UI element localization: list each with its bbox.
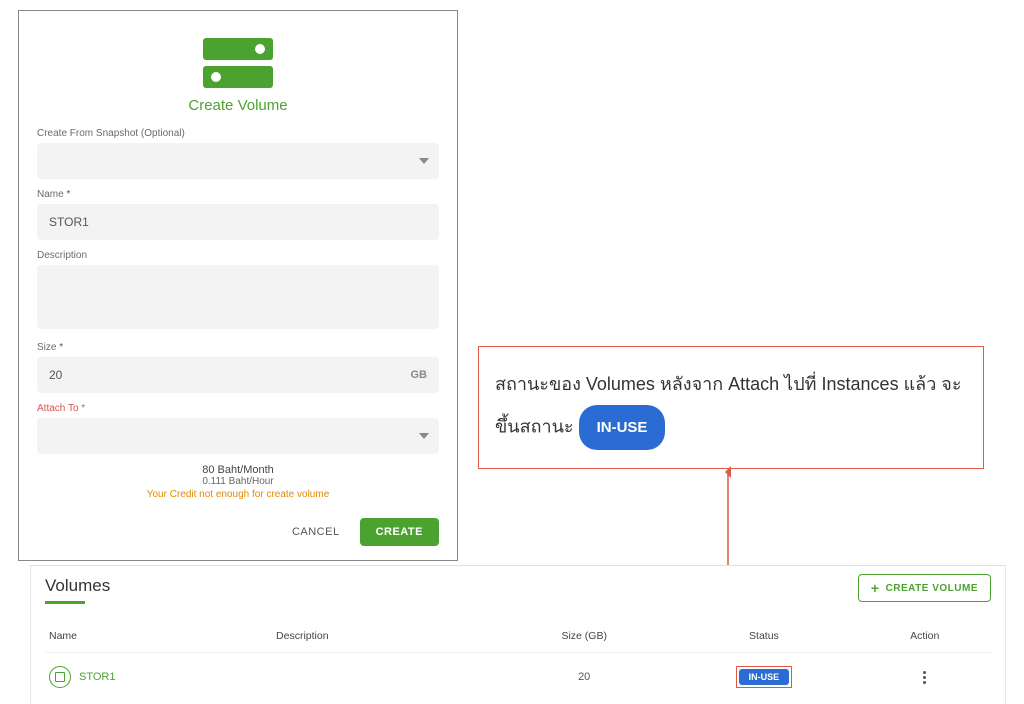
size-label: Size: [37, 342, 439, 353]
pricing-block: 80 Baht/Month 0.111 Baht/Hour Your Credi…: [37, 464, 439, 500]
size-input[interactable]: [37, 357, 439, 393]
description-textarea[interactable]: [37, 265, 439, 329]
volume-row-icon: [49, 666, 71, 688]
table-row: STOR1 20 IN-USE: [45, 653, 991, 701]
volume-icon: [37, 35, 439, 91]
volumes-header: Volumes + CREATE VOLUME: [45, 574, 991, 602]
name-input[interactable]: [37, 204, 439, 240]
create-button[interactable]: CREATE: [360, 518, 439, 546]
row-action-menu[interactable]: [919, 667, 930, 688]
attach-select[interactable]: [37, 418, 439, 454]
chevron-down-icon: [419, 158, 429, 164]
snapshot-select[interactable]: [37, 143, 439, 179]
description-label: Description: [37, 250, 439, 261]
col-description: Description: [272, 624, 499, 653]
col-action: Action: [859, 624, 991, 653]
create-volume-modal: Create Volume Create From Snapshot (Opti…: [18, 10, 458, 561]
status-highlight-box: IN-USE: [736, 666, 793, 688]
volume-name-text: STOR1: [79, 671, 115, 683]
create-volume-button[interactable]: + CREATE VOLUME: [858, 574, 991, 602]
chevron-down-icon: [419, 433, 429, 439]
price-per-month: 80 Baht/Month: [37, 464, 439, 476]
modal-title: Create Volume: [37, 97, 439, 114]
name-label: Name: [37, 189, 439, 200]
volumes-title: Volumes: [45, 576, 110, 600]
table-header-row: Name Description Size (GB) Status Action: [45, 624, 991, 653]
create-volume-button-label: CREATE VOLUME: [886, 583, 978, 594]
plus-icon: +: [871, 581, 880, 595]
volume-size-cell: 20: [499, 653, 669, 701]
volumes-panel: Volumes + CREATE VOLUME Name Description…: [30, 565, 1006, 704]
size-unit: GB: [411, 369, 428, 381]
attach-label: Attach To: [37, 403, 439, 414]
cancel-button[interactable]: CANCEL: [286, 525, 346, 539]
snapshot-label: Create From Snapshot (Optional): [37, 128, 439, 139]
col-name: Name: [45, 624, 272, 653]
callout-text: สถานะของ Volumes หลังจาก Attach ไปที่ In…: [495, 374, 962, 436]
status-badge: IN-USE: [739, 669, 790, 685]
volume-description-cell: [272, 653, 499, 701]
annotation-callout: สถานะของ Volumes หลังจาก Attach ไปที่ In…: [478, 346, 984, 469]
col-status: Status: [669, 624, 858, 653]
credit-warning: Your Credit not enough for create volume: [37, 489, 439, 500]
volumes-table: Name Description Size (GB) Status Action…: [45, 624, 991, 700]
col-size: Size (GB): [499, 624, 669, 653]
volume-name-cell[interactable]: STOR1: [49, 666, 268, 688]
price-per-hour: 0.111 Baht/Hour: [37, 476, 439, 487]
status-pill-example: IN-USE: [579, 405, 666, 450]
